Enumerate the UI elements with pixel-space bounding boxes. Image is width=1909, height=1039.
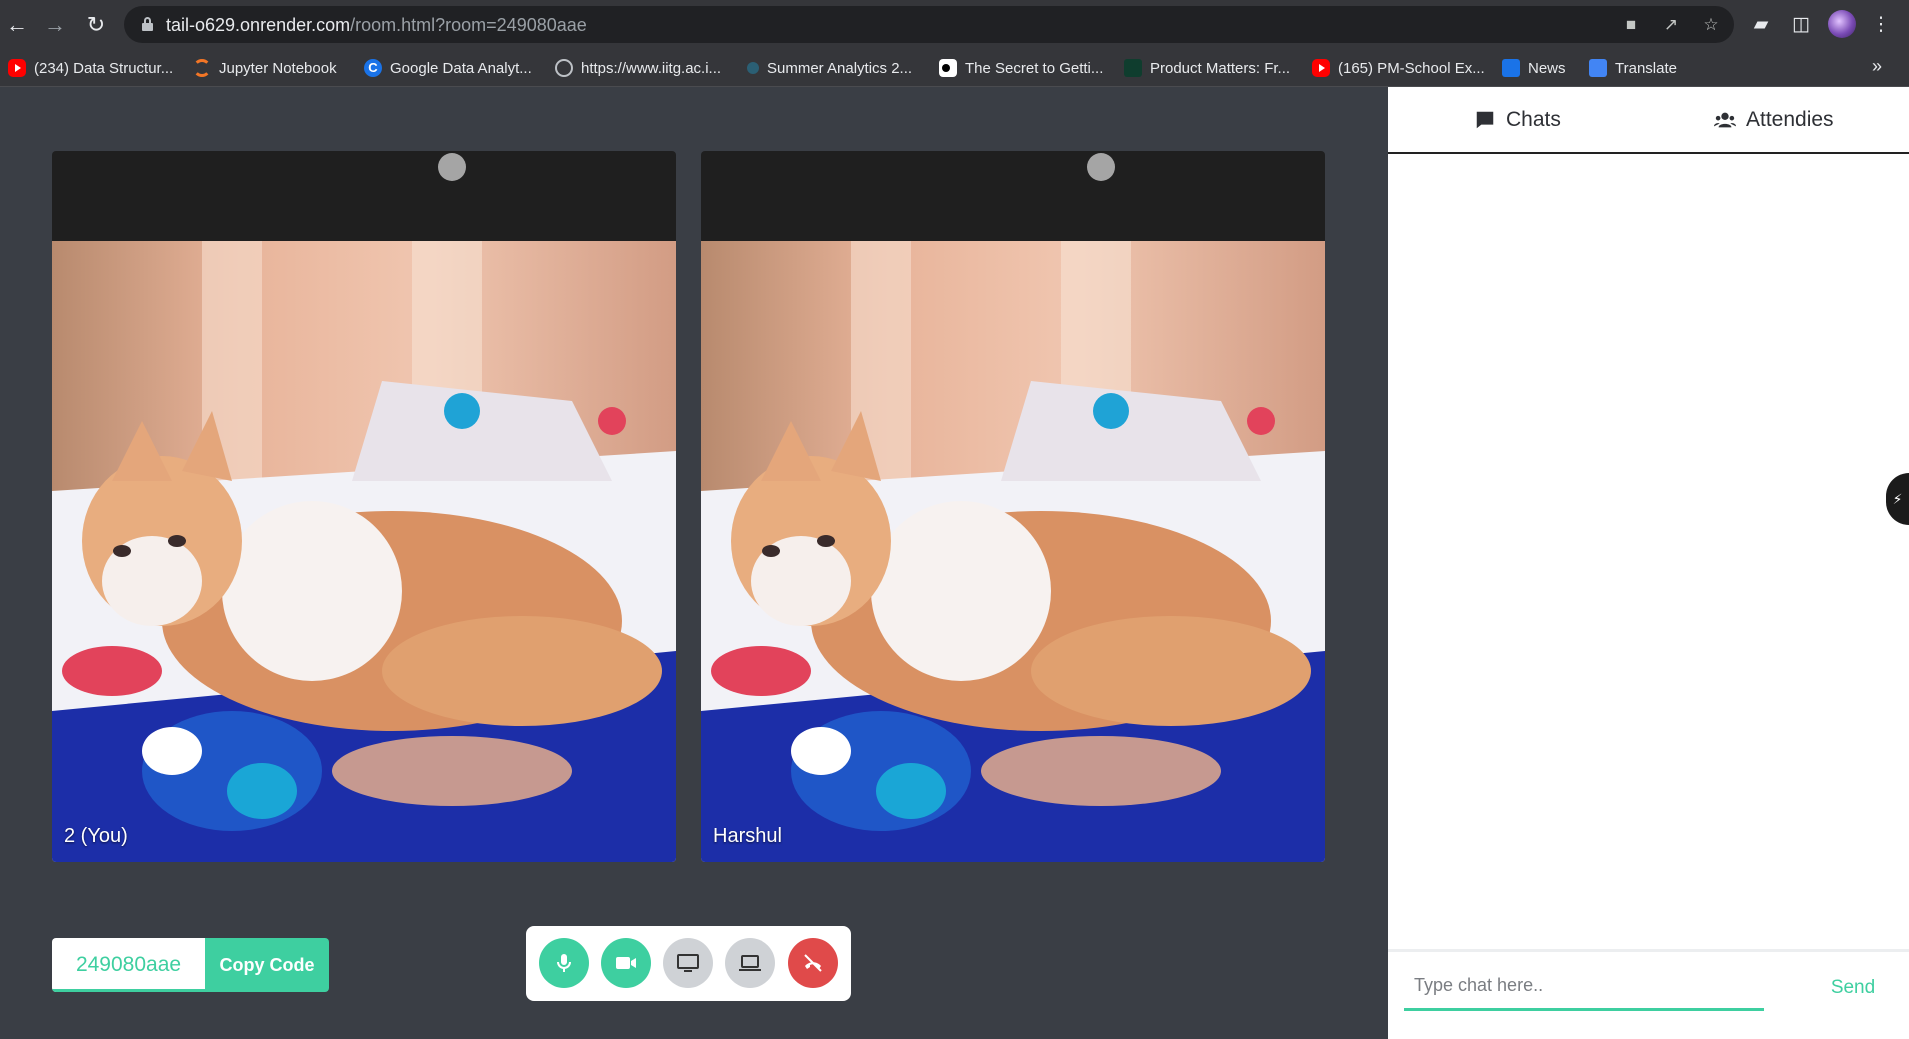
mic-button[interactable] [539, 938, 589, 988]
chat-input[interactable] [1404, 963, 1764, 1011]
profile-avatar[interactable] [1828, 10, 1856, 38]
participant-name: 2 (You) [64, 825, 128, 847]
camera-icon [616, 957, 636, 969]
room-code-group: 249080aae Copy Code [52, 938, 329, 992]
forward-icon[interactable]: → [40, 10, 70, 40]
users-icon [1714, 112, 1736, 128]
bookmark-item[interactable]: Summer Analytics 2... [747, 58, 912, 78]
side-panel: Chats Attendies ⚡ Send [1388, 87, 1909, 1039]
divider [1388, 949, 1909, 952]
extension-handle-icon[interactable]: ⚡ [1886, 473, 1909, 525]
camera-in-use-icon[interactable]: ■ [1620, 14, 1642, 36]
more-bookmarks-icon[interactable]: » [1872, 56, 1882, 77]
share-screen-icon [677, 954, 699, 972]
reload-icon[interactable]: ↻ [81, 10, 111, 40]
lock-icon [142, 17, 153, 31]
video-tile-remote[interactable]: Harshul [701, 151, 1325, 862]
product-matters-icon [1124, 59, 1142, 77]
camera-button[interactable] [601, 938, 651, 988]
share-screen-button[interactable] [663, 938, 713, 988]
tab-attendees[interactable]: Attendies [1714, 107, 1834, 133]
bookmark-item[interactable]: Product Matters: Fr... [1124, 58, 1290, 78]
address-bar[interactable]: tail-o629.onrender.com/room.html?room=24… [124, 6, 1734, 43]
side-tabs: Chats Attendies [1388, 87, 1909, 154]
chat-bubble-icon [1476, 111, 1494, 129]
bookmark-item[interactable]: (165) PM-School Ex... [1312, 58, 1485, 78]
summer-analytics-icon [747, 62, 759, 74]
copy-code-button[interactable]: Copy Code [205, 938, 329, 992]
video-stage: 2 (You) Harshul 249080aae Copy Code [0, 87, 1388, 1039]
back-icon[interactable]: ← [2, 10, 32, 40]
google-news-icon [1502, 59, 1520, 77]
menu-icon[interactable]: ⋮ [1868, 12, 1894, 38]
camera-feed [52, 151, 676, 862]
laptop-icon [739, 955, 761, 971]
laptop-button[interactable] [725, 938, 775, 988]
room-code: 249080aae [52, 938, 205, 992]
bookmark-star-icon[interactable]: ☆ [1700, 14, 1722, 36]
jupyter-icon [193, 59, 211, 77]
bookmark-item[interactable]: C Google Data Analyt... [364, 58, 532, 78]
globe-icon [555, 59, 573, 77]
medium-icon [939, 59, 957, 77]
bookmark-item[interactable]: News [1502, 58, 1566, 78]
youtube-icon [1312, 59, 1330, 77]
youtube-icon [8, 59, 26, 77]
extensions-icon[interactable]: ▰ [1748, 12, 1774, 38]
bookmark-item[interactable]: Jupyter Notebook [193, 58, 337, 78]
browser-toolbar: ← → ↻ tail-o629.onrender.com/room.html?r… [0, 0, 1909, 49]
google-translate-icon [1589, 59, 1607, 77]
call-controls [526, 926, 851, 1001]
url-text[interactable]: tail-o629.onrender.com/room.html?room=24… [166, 15, 587, 36]
send-button[interactable]: Send [1818, 973, 1888, 1003]
bookmarks-bar: (234) Data Structur... Jupyter Notebook … [0, 49, 1909, 87]
bookmark-item[interactable]: https://www.iitg.ac.i... [555, 58, 721, 78]
end-call-icon [804, 954, 822, 972]
participant-name: Harshul [713, 825, 782, 847]
tab-chats[interactable]: Chats [1474, 107, 1561, 133]
video-tile-self[interactable]: 2 (You) [52, 151, 676, 862]
meeting-app: 2 (You) Harshul 249080aae Copy Code Chat… [0, 87, 1909, 1039]
mic-icon [557, 954, 571, 972]
coursera-icon: C [364, 59, 382, 77]
share-icon[interactable]: ↗ [1660, 14, 1682, 36]
side-panel-icon[interactable]: ◫ [1788, 12, 1814, 38]
bookmark-item[interactable]: (234) Data Structur... [8, 58, 173, 78]
end-call-button[interactable] [788, 938, 838, 988]
bookmark-item[interactable]: Translate [1589, 58, 1677, 78]
camera-feed [701, 151, 1325, 862]
bookmark-item[interactable]: The Secret to Getti... [939, 58, 1103, 78]
